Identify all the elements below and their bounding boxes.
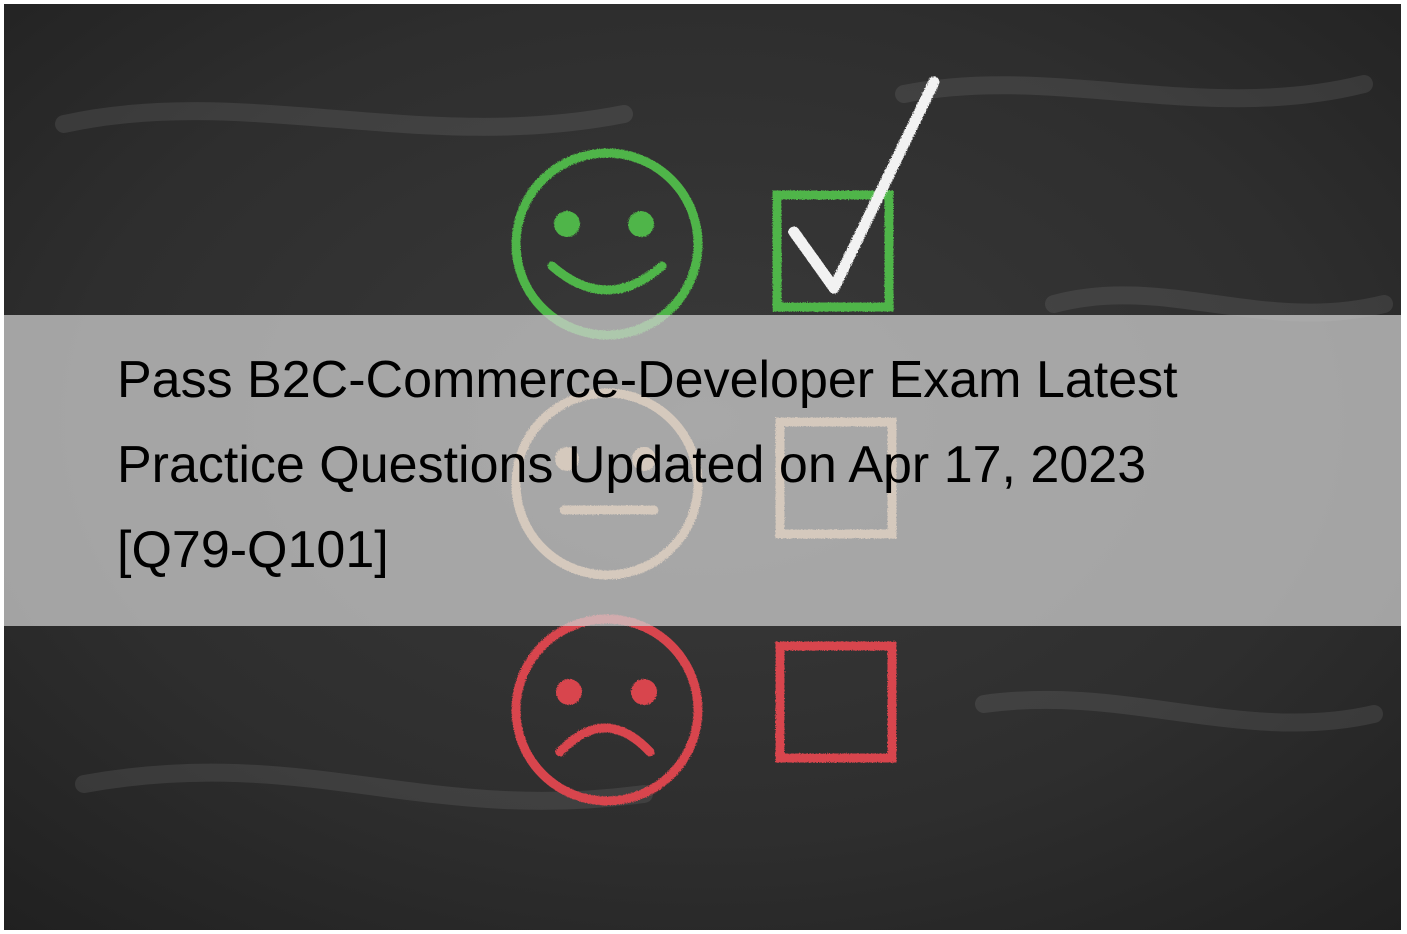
page-title: Pass B2C-Commerce-Developer Exam Latest … [117,338,1347,593]
title-line-3: [Q79-Q101] [117,521,389,579]
title-line-1: Pass B2C-Commerce-Developer Exam Latest [117,351,1178,409]
title-line-2: Practice Questions Updated on Apr 17, 20… [117,436,1147,494]
featured-image: Pass B2C-Commerce-Developer Exam Latest … [4,4,1401,930]
